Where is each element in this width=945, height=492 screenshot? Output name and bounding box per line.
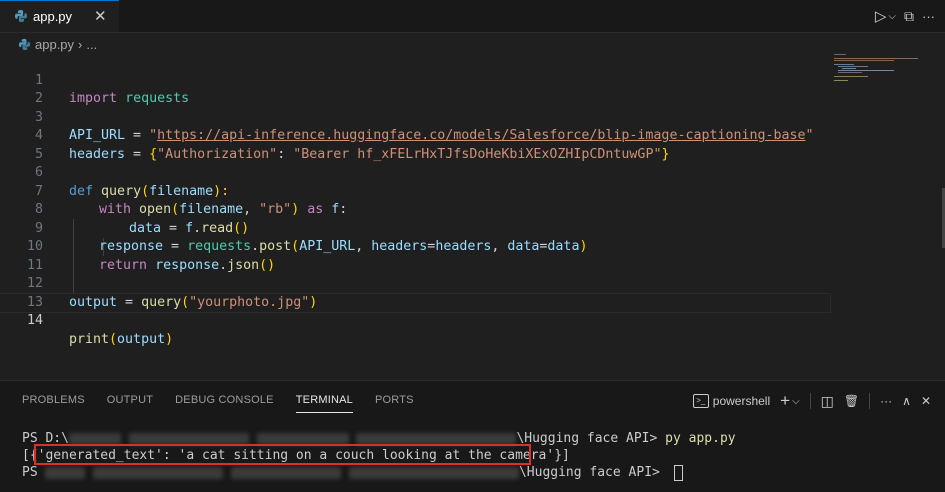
breadcrumb-file[interactable]: app.py <box>35 37 74 52</box>
terminal-selector[interactable]: >_ powershell <box>692 394 771 408</box>
close-panel-icon[interactable]: ✕ <box>921 394 931 408</box>
trash-icon[interactable]: 🗑 <box>844 394 859 408</box>
redacted-text <box>93 466 224 479</box>
python-file-icon <box>18 38 31 50</box>
terminal-cursor <box>673 464 683 481</box>
divider <box>809 393 811 409</box>
more-actions-icon[interactable]: ··· <box>922 9 935 24</box>
vertical-scrollbar[interactable] <box>932 53 945 380</box>
tab-output[interactable]: OUTPUT <box>107 394 153 413</box>
highlight-box <box>34 444 531 465</box>
code-line: 10 return response.json() <box>0 220 830 273</box>
chevron-down-icon[interactable]: ⌵ <box>888 11 896 22</box>
editor-actions: ▷ ⌵ ⧉ ··· <box>875 7 935 26</box>
code-line: 4 headers = {"Authorization": "Bearer hf… <box>0 109 830 162</box>
code-line: 6 def query(filename): <box>0 146 830 199</box>
breadcrumb-separator: › <box>78 36 83 52</box>
redacted-text <box>348 466 519 479</box>
divider <box>869 393 871 409</box>
terminal-line: PS \Hugging face API> <box>22 464 683 482</box>
code-line: 2 <box>0 72 830 106</box>
add-terminal-icon[interactable]: + <box>780 391 790 411</box>
code-line: 1 import requests <box>0 53 830 107</box>
tab-problems[interactable]: PROBLEMS <box>22 394 85 413</box>
minimap[interactable] <box>834 54 930 94</box>
close-icon[interactable]: ✕ <box>94 7 107 25</box>
code-line: 11 <box>0 238 830 273</box>
run-icon[interactable]: ▷ <box>875 7 887 25</box>
split-terminal-icon[interactable]: ◫ <box>821 393 834 410</box>
code-editor[interactable]: 1 import requests 2 3 API_URL = "https:/… <box>0 53 831 380</box>
shell-label: powershell <box>712 394 771 408</box>
python-file-icon <box>15 10 27 22</box>
code-line: 8 data = f.read() <box>0 183 830 236</box>
code-line: 12 output = query("yourphoto.jpg") <box>0 257 830 310</box>
code-line: 9 response = requests.post(API_URL, head… <box>0 201 830 255</box>
tab-app-py[interactable]: app.py ✕ <box>0 0 119 32</box>
tab-terminal[interactable]: TERMINAL <box>295 394 353 413</box>
redacted-text <box>256 432 349 445</box>
line-number: 14 <box>26 313 43 328</box>
tab-debug-console[interactable]: DEBUG CONSOLE <box>175 394 274 413</box>
code-line: 3 API_URL = "https://api-inference.huggi… <box>0 90 830 144</box>
redacted-text <box>128 432 249 445</box>
chevron-down-icon[interactable]: ⌵ <box>792 396 800 407</box>
tab-label: app.py <box>33 9 73 24</box>
editor-tab-bar: app.py ✕ ▷ ⌵ ⧉ ··· <box>0 0 945 33</box>
redacted-text <box>45 466 86 479</box>
panel-actions: >_ powershell + ⌵ ◫ 🗑 ··· ∧ ✕ <box>692 391 931 411</box>
redacted-text <box>356 432 517 445</box>
maximize-panel-icon[interactable]: ∧ <box>902 394 911 408</box>
bottom-panel: PROBLEMS OUTPUT DEBUG CONSOLE TERMINAL P… <box>0 380 945 492</box>
code-line: 5 <box>0 127 830 162</box>
tab-ports[interactable]: PORTS <box>375 394 414 413</box>
breadcrumb-symbols[interactable]: ... <box>86 37 97 52</box>
redacted-text <box>68 432 121 445</box>
code-line-current: 14 print(output) <box>0 292 831 347</box>
code-line: 7 with open(filename, "rb") as f: <box>0 164 830 218</box>
panel-tabs: PROBLEMS OUTPUT DEBUG CONSOLE TERMINAL P… <box>22 394 436 413</box>
split-editor-icon[interactable]: ⧉ <box>904 8 914 25</box>
redacted-text <box>231 466 342 479</box>
breadcrumb: app.py › ... <box>18 35 97 53</box>
more-actions-icon[interactable]: ··· <box>880 394 892 408</box>
code-line: 13 <box>0 275 830 310</box>
terminal-icon: >_ <box>692 394 709 408</box>
